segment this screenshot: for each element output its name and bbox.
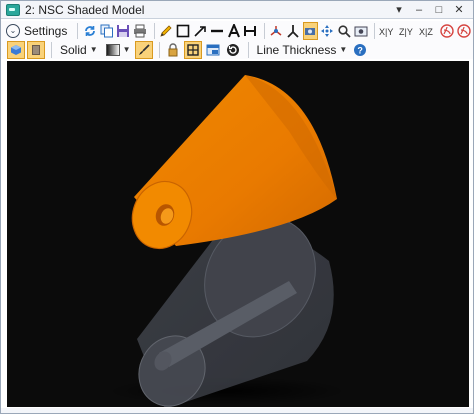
arrow-line-icon — [194, 25, 206, 37]
rotate-view-button[interactable] — [269, 22, 284, 40]
toolbar-primary: ⌄ Settings X|Y Z|Y X|Z — [1, 21, 473, 40]
window-controls: ▾ – □ ✕ — [389, 1, 469, 18]
printer-icon — [134, 24, 147, 37]
svg-text:X|Z: X|Z — [419, 27, 433, 37]
gradient-icon — [105, 43, 120, 56]
save-icon — [117, 24, 130, 37]
line-icon — [210, 29, 223, 32]
camera-view-button[interactable] — [302, 21, 318, 40]
cube-icon — [11, 44, 21, 55]
orange-cone — [131, 75, 337, 250]
settings-label: Settings — [24, 23, 68, 38]
copy-button[interactable] — [99, 22, 114, 40]
close-button[interactable]: ✕ — [449, 1, 469, 18]
view-xz-button[interactable]: X|Z — [419, 22, 437, 40]
rotate-axes-icon — [270, 25, 282, 36]
rectangle-icon — [176, 24, 190, 37]
line-thickness-label: Line Thickness — [256, 42, 337, 57]
dropdown-arrow-icon: ▼ — [122, 45, 131, 54]
pencil-icon — [160, 24, 172, 37]
lock-icon — [168, 42, 178, 56]
minimize-button[interactable]: – — [409, 1, 429, 18]
dropdown-arrow-icon: ▼ — [339, 45, 348, 54]
camera-icon — [305, 27, 316, 35]
rotate-icon — [226, 43, 239, 56]
pan-icon — [321, 24, 334, 37]
pdf-export-button[interactable] — [439, 22, 454, 40]
toolbar-secondary: Solid ▼ ▼ Line Thickness ▼ ? — [1, 40, 473, 59]
rectangle-tool-button[interactable] — [175, 22, 190, 40]
separator — [158, 41, 160, 58]
window-layout-button[interactable] — [204, 41, 222, 59]
view-zy-button[interactable]: Z|Y — [399, 22, 417, 40]
fit-view-button[interactable] — [183, 40, 202, 59]
arrow-tool-button[interactable] — [192, 22, 207, 40]
chevron-down-icon: ⌄ — [6, 23, 20, 38]
pencil-tool-button[interactable] — [159, 22, 174, 40]
maximize-button[interactable]: □ — [429, 1, 449, 18]
separator — [51, 41, 52, 58]
view-xy-button[interactable]: X|Y — [379, 22, 397, 40]
dimension-tool-button[interactable] — [243, 22, 258, 40]
settings-button[interactable]: ⌄ Settings — [6, 23, 68, 38]
zy-view-icon: Z|Y — [399, 27, 413, 37]
search-icon — [338, 24, 351, 38]
dimension-icon — [244, 25, 257, 36]
text-a-icon — [227, 23, 240, 37]
lock-button[interactable] — [164, 41, 182, 59]
refresh-icon — [84, 25, 95, 36]
xz-view-icon: X|Z — [419, 27, 433, 37]
help-icon: ? — [354, 43, 367, 56]
render-mode-dropdown[interactable]: Solid ▼ — [56, 41, 102, 59]
pdf-icon — [456, 23, 471, 38]
refresh-button[interactable] — [82, 22, 97, 40]
title-bar: 2: NSC Shaded Model ▾ – □ ✕ — [1, 1, 473, 19]
separator — [374, 22, 376, 39]
svg-text:Z|Y: Z|Y — [399, 27, 413, 37]
refresh-rotate-button[interactable] — [224, 41, 242, 59]
layers-button[interactable] — [27, 40, 45, 59]
fit-frame-icon — [186, 43, 199, 56]
dropdown-arrow-icon: ▼ — [89, 45, 98, 54]
axes-button[interactable] — [286, 22, 301, 40]
copy-icon — [100, 24, 113, 37]
zoom-button[interactable] — [337, 22, 352, 40]
svg-text:?: ? — [358, 45, 364, 55]
snapshot-icon — [354, 26, 368, 36]
model-render — [107, 75, 347, 409]
window-title: 2: NSC Shaded Model — [25, 2, 145, 17]
print-button[interactable] — [133, 22, 148, 40]
layers-icon — [32, 44, 40, 55]
line-tool-button[interactable] — [209, 22, 224, 40]
brush-icon — [138, 43, 150, 55]
color-gradient-dropdown[interactable]: ▼ — [102, 41, 135, 59]
svg-text:X|Y: X|Y — [379, 27, 393, 37]
render-mode-value: Solid — [60, 42, 87, 57]
save-button[interactable] — [116, 22, 131, 40]
window-icon — [6, 3, 20, 16]
pdf-icon — [440, 23, 454, 38]
pan-button[interactable] — [320, 22, 335, 40]
text-tool-button[interactable] — [226, 22, 241, 40]
window-layout-icon — [206, 44, 220, 55]
axes-icon — [287, 24, 299, 38]
brush-tool-button[interactable] — [134, 40, 153, 59]
separator — [263, 22, 265, 39]
help-button[interactable]: ? — [351, 41, 369, 59]
line-thickness-dropdown[interactable]: Line Thickness ▼ — [253, 41, 352, 59]
xy-view-icon: X|Y — [379, 27, 393, 37]
snapshot-button[interactable] — [354, 22, 369, 40]
pdf-export-button-2[interactable] — [456, 22, 471, 40]
separator — [153, 22, 155, 39]
window-menu-button[interactable]: ▾ — [389, 1, 409, 18]
shaded-cube-button[interactable] — [7, 40, 25, 59]
status-strip — [1, 408, 473, 413]
separator — [247, 41, 249, 58]
separator — [77, 22, 79, 39]
shaded-model-viewport[interactable] — [7, 61, 469, 409]
nsc-shaded-model-window: 2: NSC Shaded Model ▾ – □ ✕ ⌄ Settings X… — [0, 0, 474, 414]
